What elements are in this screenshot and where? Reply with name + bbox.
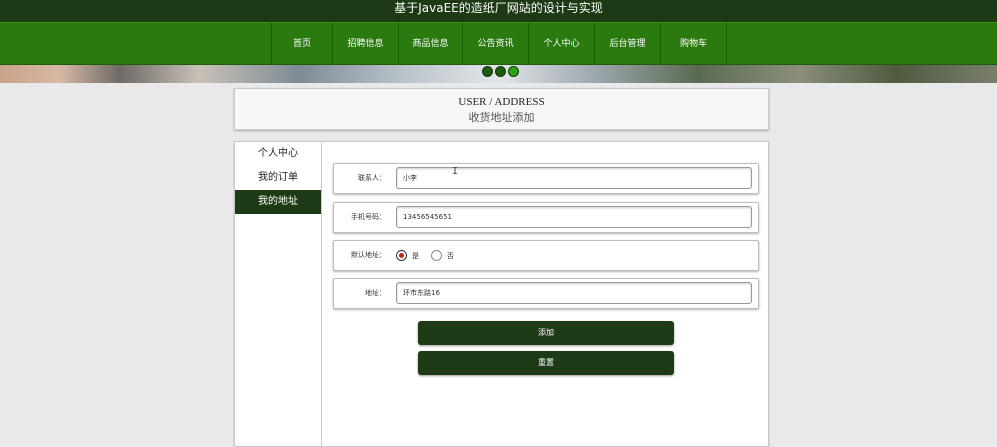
nav-item-news[interactable]: 公告资讯: [463, 23, 529, 66]
nav-item-user-center[interactable]: 个人中心: [529, 23, 595, 66]
phone-row: 手机号码： 13456545651: [333, 202, 759, 233]
nav-item-products[interactable]: 商品信息: [399, 23, 463, 66]
page-heading: USER / ADDRESS 收货地址添加: [234, 88, 769, 130]
default-address-row: 默认地址： 是 否: [333, 240, 759, 271]
nav-item-cart[interactable]: 购物车: [661, 23, 727, 66]
top-bar: 基于JavaEE的造纸厂网站的设计与实现: [0, 0, 997, 22]
default-address-radio-group: 是 否: [396, 241, 466, 270]
sidebar-item-user-center[interactable]: 个人中心: [235, 142, 321, 166]
radio-yes-label: 是: [412, 251, 419, 260]
add-button[interactable]: 添加: [418, 321, 674, 345]
carousel-dot-1[interactable]: [482, 66, 493, 77]
contact-label: 联系人：: [358, 174, 386, 182]
reset-button[interactable]: 重置: [418, 351, 674, 375]
address-label: 地址：: [365, 289, 386, 297]
content-panel: 个人中心 我的订单 我的地址 联系人： 小李 手机号码： 13456545651…: [234, 141, 769, 447]
radio-no[interactable]: [431, 250, 442, 261]
nav-item-home[interactable]: 首页: [272, 23, 333, 66]
radio-no-label: 否: [447, 251, 454, 260]
address-row: 地址： 环市东路16: [333, 278, 759, 309]
radio-yes[interactable]: [396, 250, 407, 261]
main-navbar: 首页 招聘信息 商品信息 公告资讯 个人中心 后台管理 购物车: [0, 22, 997, 66]
nav-item-admin[interactable]: 后台管理: [595, 23, 661, 66]
carousel-dots: [482, 66, 519, 77]
site-title: 基于JavaEE的造纸厂网站的设计与实现: [394, 1, 603, 15]
contact-row: 联系人： 小李: [333, 163, 759, 194]
nav-menu: 首页 招聘信息 商品信息 公告资讯 个人中心 后台管理 购物车: [271, 23, 727, 66]
carousel-dot-2[interactable]: [495, 66, 506, 77]
text-cursor-icon: I: [452, 166, 459, 177]
phone-label: 手机号码：: [351, 213, 386, 221]
heading-english: USER / ADDRESS: [458, 96, 545, 108]
default-address-label: 默认地址：: [351, 251, 386, 259]
user-sidebar: 个人中心 我的订单 我的地址: [235, 142, 322, 447]
heading-chinese: 收货地址添加: [468, 111, 535, 124]
address-input[interactable]: 环市东路16: [396, 282, 752, 304]
carousel-dot-3[interactable]: [508, 66, 519, 77]
phone-input[interactable]: 13456545651: [396, 206, 752, 228]
sidebar-item-address[interactable]: 我的地址: [235, 190, 321, 214]
sidebar-item-orders[interactable]: 我的订单: [235, 166, 321, 190]
nav-item-jobs[interactable]: 招聘信息: [333, 23, 399, 66]
contact-input[interactable]: 小李: [396, 167, 752, 189]
